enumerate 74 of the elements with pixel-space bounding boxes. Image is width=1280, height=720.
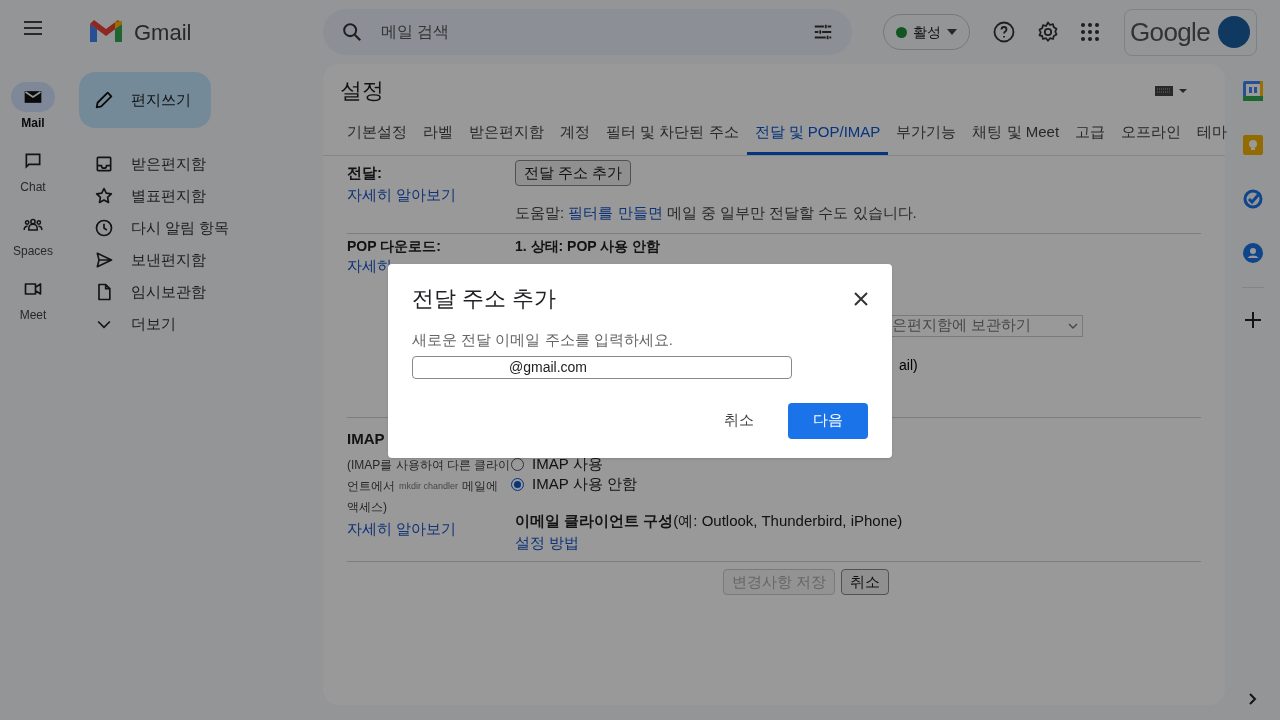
help-icon[interactable] bbox=[992, 20, 1016, 44]
dialog-prompt: 새로운 전달 이메일 주소를 입력하세요. bbox=[412, 330, 674, 350]
nav-item[interactable]: 더보기 bbox=[66, 308, 323, 340]
settings-tab[interactable]: 받은편지함 bbox=[461, 121, 552, 155]
gmail-logo-icon bbox=[90, 20, 122, 44]
chevron-right-icon[interactable] bbox=[1247, 693, 1258, 705]
settings-tab[interactable]: 계정 bbox=[552, 121, 598, 155]
imap-note: 언트에서 bbox=[347, 477, 395, 495]
learn-more-link[interactable]: 자세히 알아보기 bbox=[347, 184, 515, 207]
google-logo-text: Google bbox=[1130, 15, 1210, 49]
account-switcher[interactable]: Google bbox=[1124, 8, 1257, 56]
imap-note-tag: mkdir chandler bbox=[399, 475, 459, 497]
settings-tab[interactable]: 필터 및 차단된 주소 bbox=[598, 121, 747, 155]
email-input[interactable]: @gmail.com bbox=[412, 355, 792, 379]
imap-radio[interactable]: IMAP 사용 안함 bbox=[511, 474, 903, 495]
help-text: 도움말: 필터를 만들면 메일 중 일부만 전달할 수도 있습니다. bbox=[515, 203, 917, 223]
learn-more-link[interactable]: 자세히 알아보기 bbox=[347, 517, 515, 539]
section-label: 전달: bbox=[347, 162, 383, 183]
compose-button[interactable]: 편지쓰기 bbox=[79, 72, 211, 128]
nav-item[interactable]: 받은편지함 bbox=[66, 148, 323, 180]
caret-icon bbox=[947, 29, 957, 35]
chat-icon bbox=[23, 151, 43, 171]
close-icon[interactable] bbox=[854, 291, 868, 306]
create-filter-link[interactable]: 필터를 만들면 bbox=[568, 204, 663, 221]
rail-item[interactable]: Mail bbox=[3, 82, 63, 132]
clock-icon bbox=[94, 218, 114, 238]
settings-tab[interactable]: 테마 bbox=[1189, 121, 1236, 155]
search-input[interactable]: 메일 검색 bbox=[381, 20, 794, 44]
inbox-icon bbox=[94, 154, 114, 174]
nav-item[interactable]: 임시보관함 bbox=[66, 276, 323, 308]
send-icon bbox=[94, 250, 114, 270]
imap-note: (IMAP를 사용하여 다른 클라이 bbox=[347, 456, 512, 474]
rail-item[interactable]: Meet bbox=[3, 274, 63, 324]
star-icon bbox=[94, 186, 114, 206]
pop-status: 1. 상태: POP 사용 안함 bbox=[515, 237, 662, 255]
rail-item[interactable]: Chat bbox=[3, 146, 63, 196]
pop-note: ail) bbox=[899, 355, 919, 375]
keyboard-icon[interactable] bbox=[1155, 84, 1187, 97]
search-icon bbox=[341, 21, 363, 43]
section-label: IMAP bbox=[347, 428, 386, 449]
cancel-button[interactable]: 취소 bbox=[710, 402, 768, 439]
settings-icon[interactable] bbox=[1036, 20, 1060, 44]
avatar[interactable] bbox=[1218, 16, 1250, 48]
nav-item[interactable]: 별표편지함 bbox=[66, 180, 323, 212]
next-button[interactable]: 다음 bbox=[788, 402, 868, 439]
client-config-text: 이메일 클라이언트 구성(예: Outlook, Thunderbird, iPhone) bbox=[515, 510, 903, 531]
cancel-button[interactable]: 취소 bbox=[841, 568, 890, 595]
settings-tab[interactable]: 고급 bbox=[1067, 121, 1114, 155]
settings-tab[interactable]: 채팅 및 Meet bbox=[964, 121, 1068, 155]
menu-icon[interactable] bbox=[23, 20, 43, 36]
imap-note: 액세스) bbox=[347, 498, 388, 516]
plus-icon[interactable] bbox=[1244, 312, 1261, 328]
imap-note: 메일에 bbox=[462, 477, 499, 495]
app-name: Gmail bbox=[134, 18, 192, 47]
search-field[interactable]: 메일 검색 bbox=[323, 9, 852, 55]
tasks-icon[interactable] bbox=[1242, 189, 1263, 209]
settings-tab[interactable]: 부가기능 bbox=[888, 121, 965, 155]
calendar-icon[interactable] bbox=[1242, 81, 1263, 101]
contacts-icon[interactable] bbox=[1242, 243, 1263, 263]
chevron-down-icon bbox=[1068, 322, 1078, 329]
nav-item[interactable]: 다시 알림 항목 bbox=[66, 212, 323, 244]
pencil-icon bbox=[93, 89, 115, 111]
section-label: POP 다운로드: bbox=[347, 237, 442, 255]
settings-tab[interactable]: 기본설정 bbox=[339, 121, 415, 155]
dialog-title: 전달 주소 추가 bbox=[412, 285, 557, 313]
page-title: 설정 bbox=[340, 77, 384, 105]
rail-item[interactable]: Spaces bbox=[3, 210, 63, 260]
setup-link[interactable]: 설정 방법 bbox=[515, 532, 903, 555]
settings-tab[interactable]: 오프라인 bbox=[1113, 121, 1190, 155]
nav-item[interactable]: 보낸편지함 bbox=[66, 244, 323, 276]
apps-grid-icon[interactable] bbox=[1080, 22, 1100, 42]
settings-tab[interactable]: 라벨 bbox=[415, 121, 461, 155]
add-forwarding-button[interactable]: 전달 주소 추가 bbox=[515, 159, 632, 186]
settings-tab[interactable]: 전달 및 POP/IMAP bbox=[746, 121, 889, 155]
